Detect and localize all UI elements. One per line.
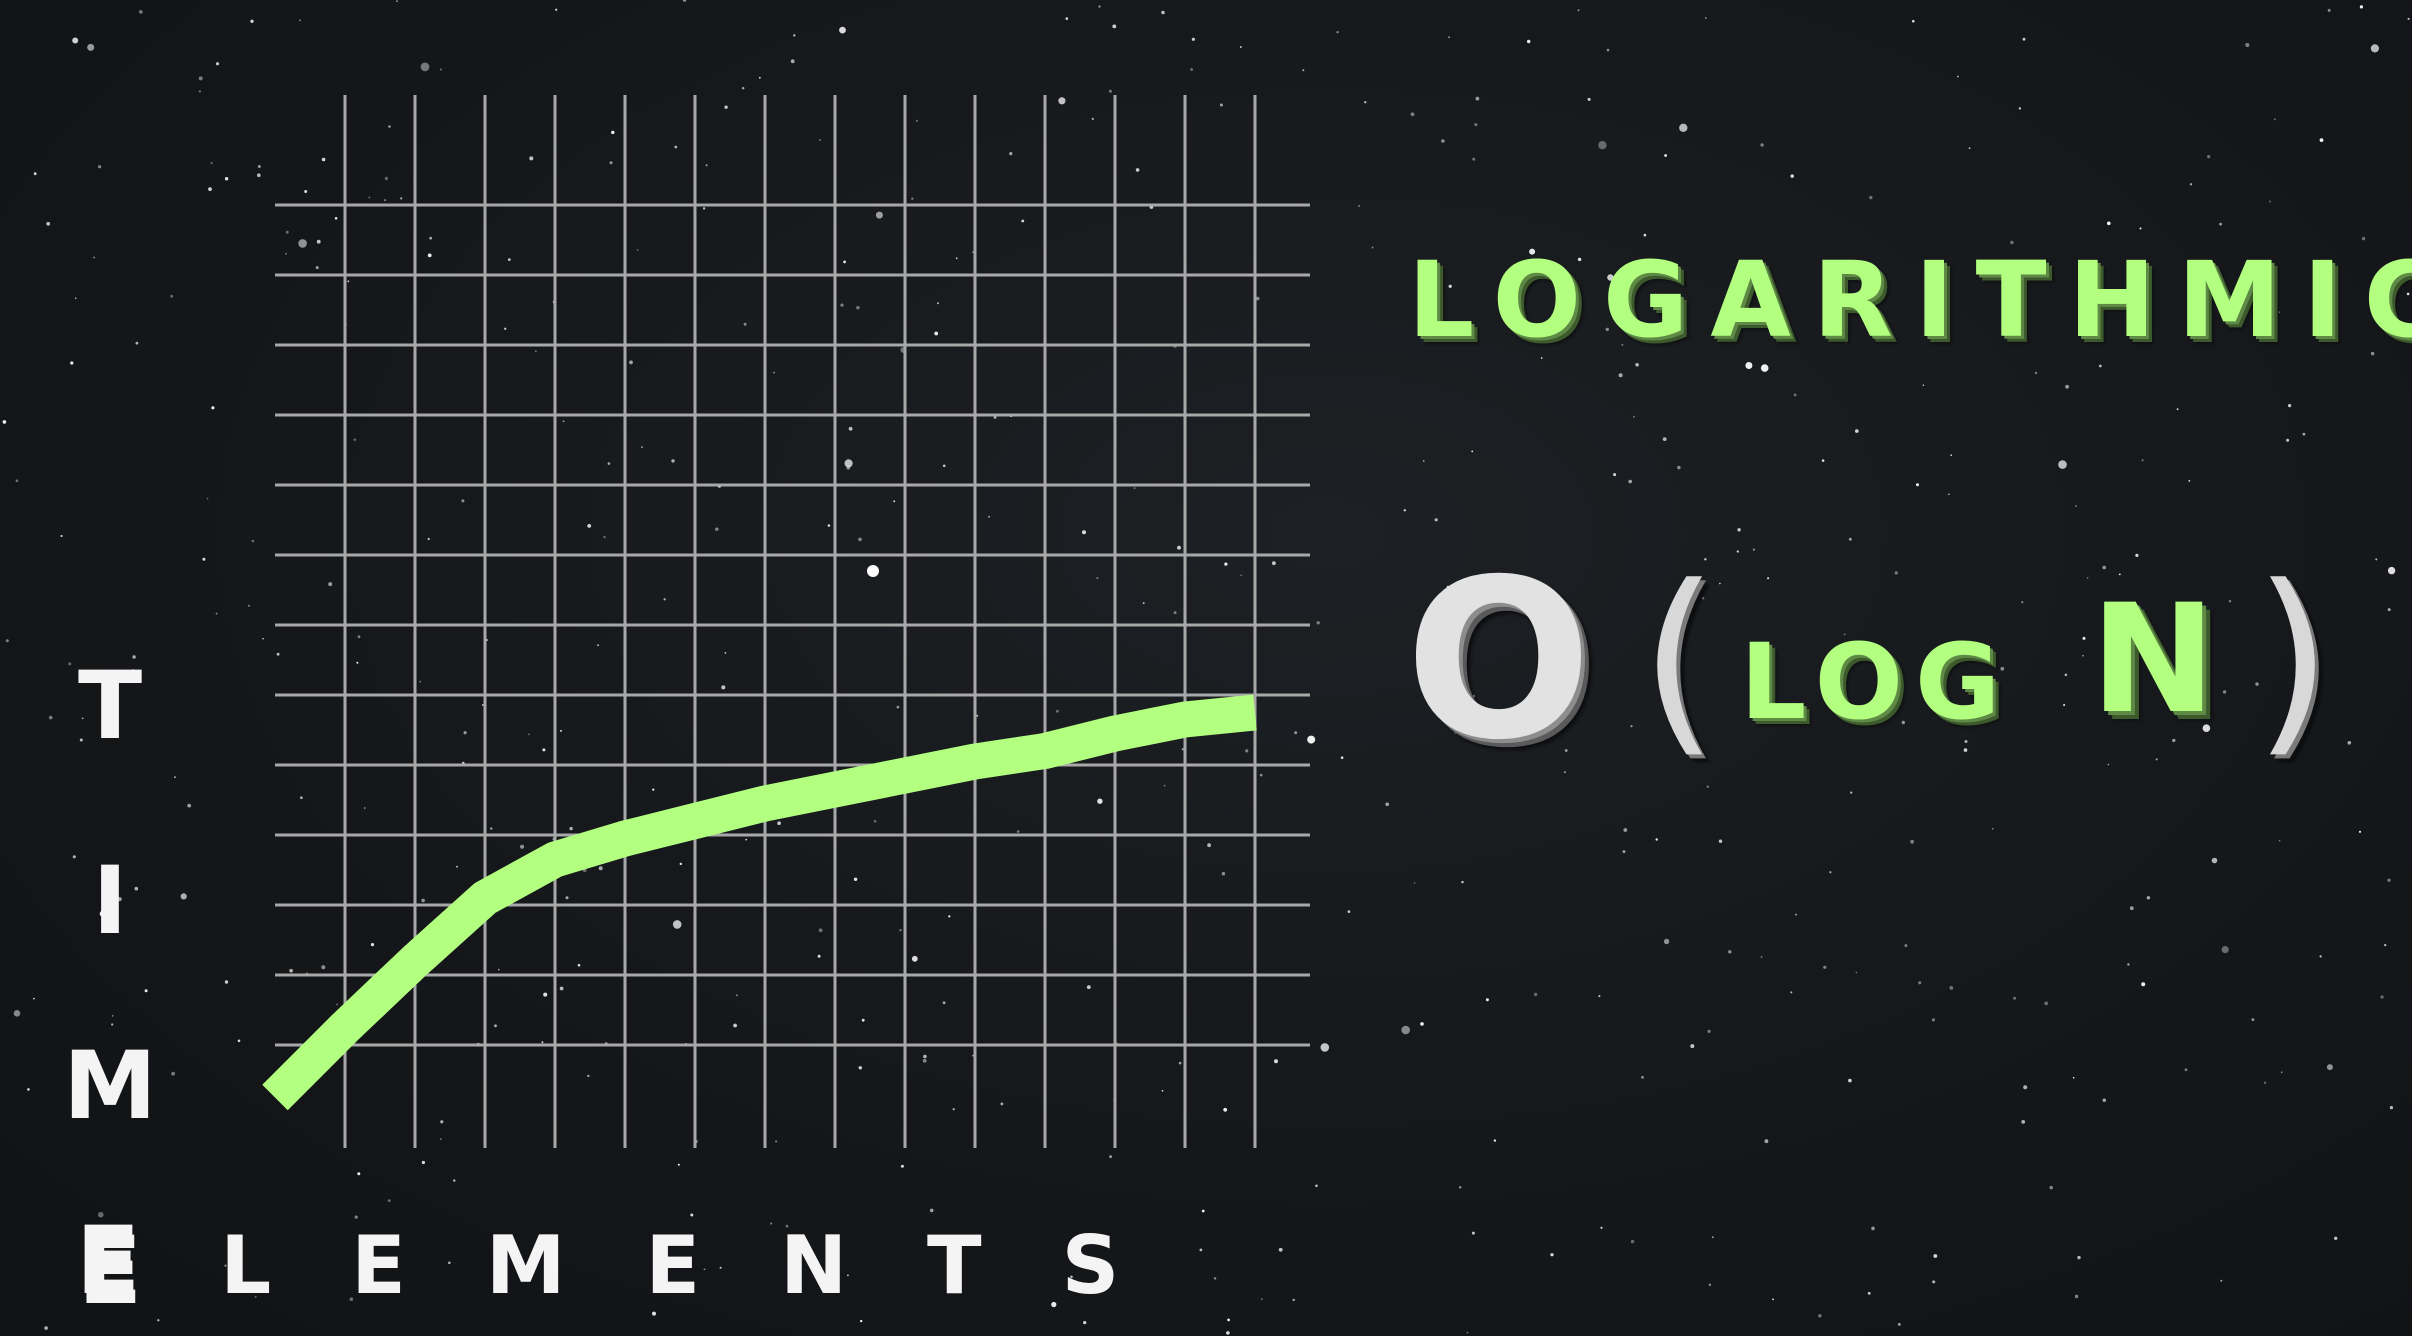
x-axis-label-rest: LEMENTS <box>220 1219 1200 1312</box>
x-axis-label: ELEMENTS <box>76 1215 1199 1309</box>
open-parenthesis: ( <box>1640 543 1719 776</box>
big-o-notation: O ( LOG N ) <box>1405 545 2332 775</box>
n-variable: N <box>2090 573 2216 747</box>
chart-title: LOGARITHMIC <box>1408 239 2412 361</box>
y-axis-label-letter: M <box>63 1032 157 1141</box>
big-o-symbol: O <box>1405 532 1593 788</box>
chart-grid <box>275 95 1310 1148</box>
x-axis-label-first-letter: E <box>76 1207 221 1316</box>
y-axis-label-letter: I <box>92 847 128 956</box>
close-parenthesis: ) <box>2253 543 2332 776</box>
chart-scene: TIME ELEMENTS LOGARITHMIC O ( LOG N ) <box>0 0 2412 1336</box>
log-text: LOG <box>1740 621 2013 743</box>
y-axis-label-letter: T <box>77 652 143 761</box>
